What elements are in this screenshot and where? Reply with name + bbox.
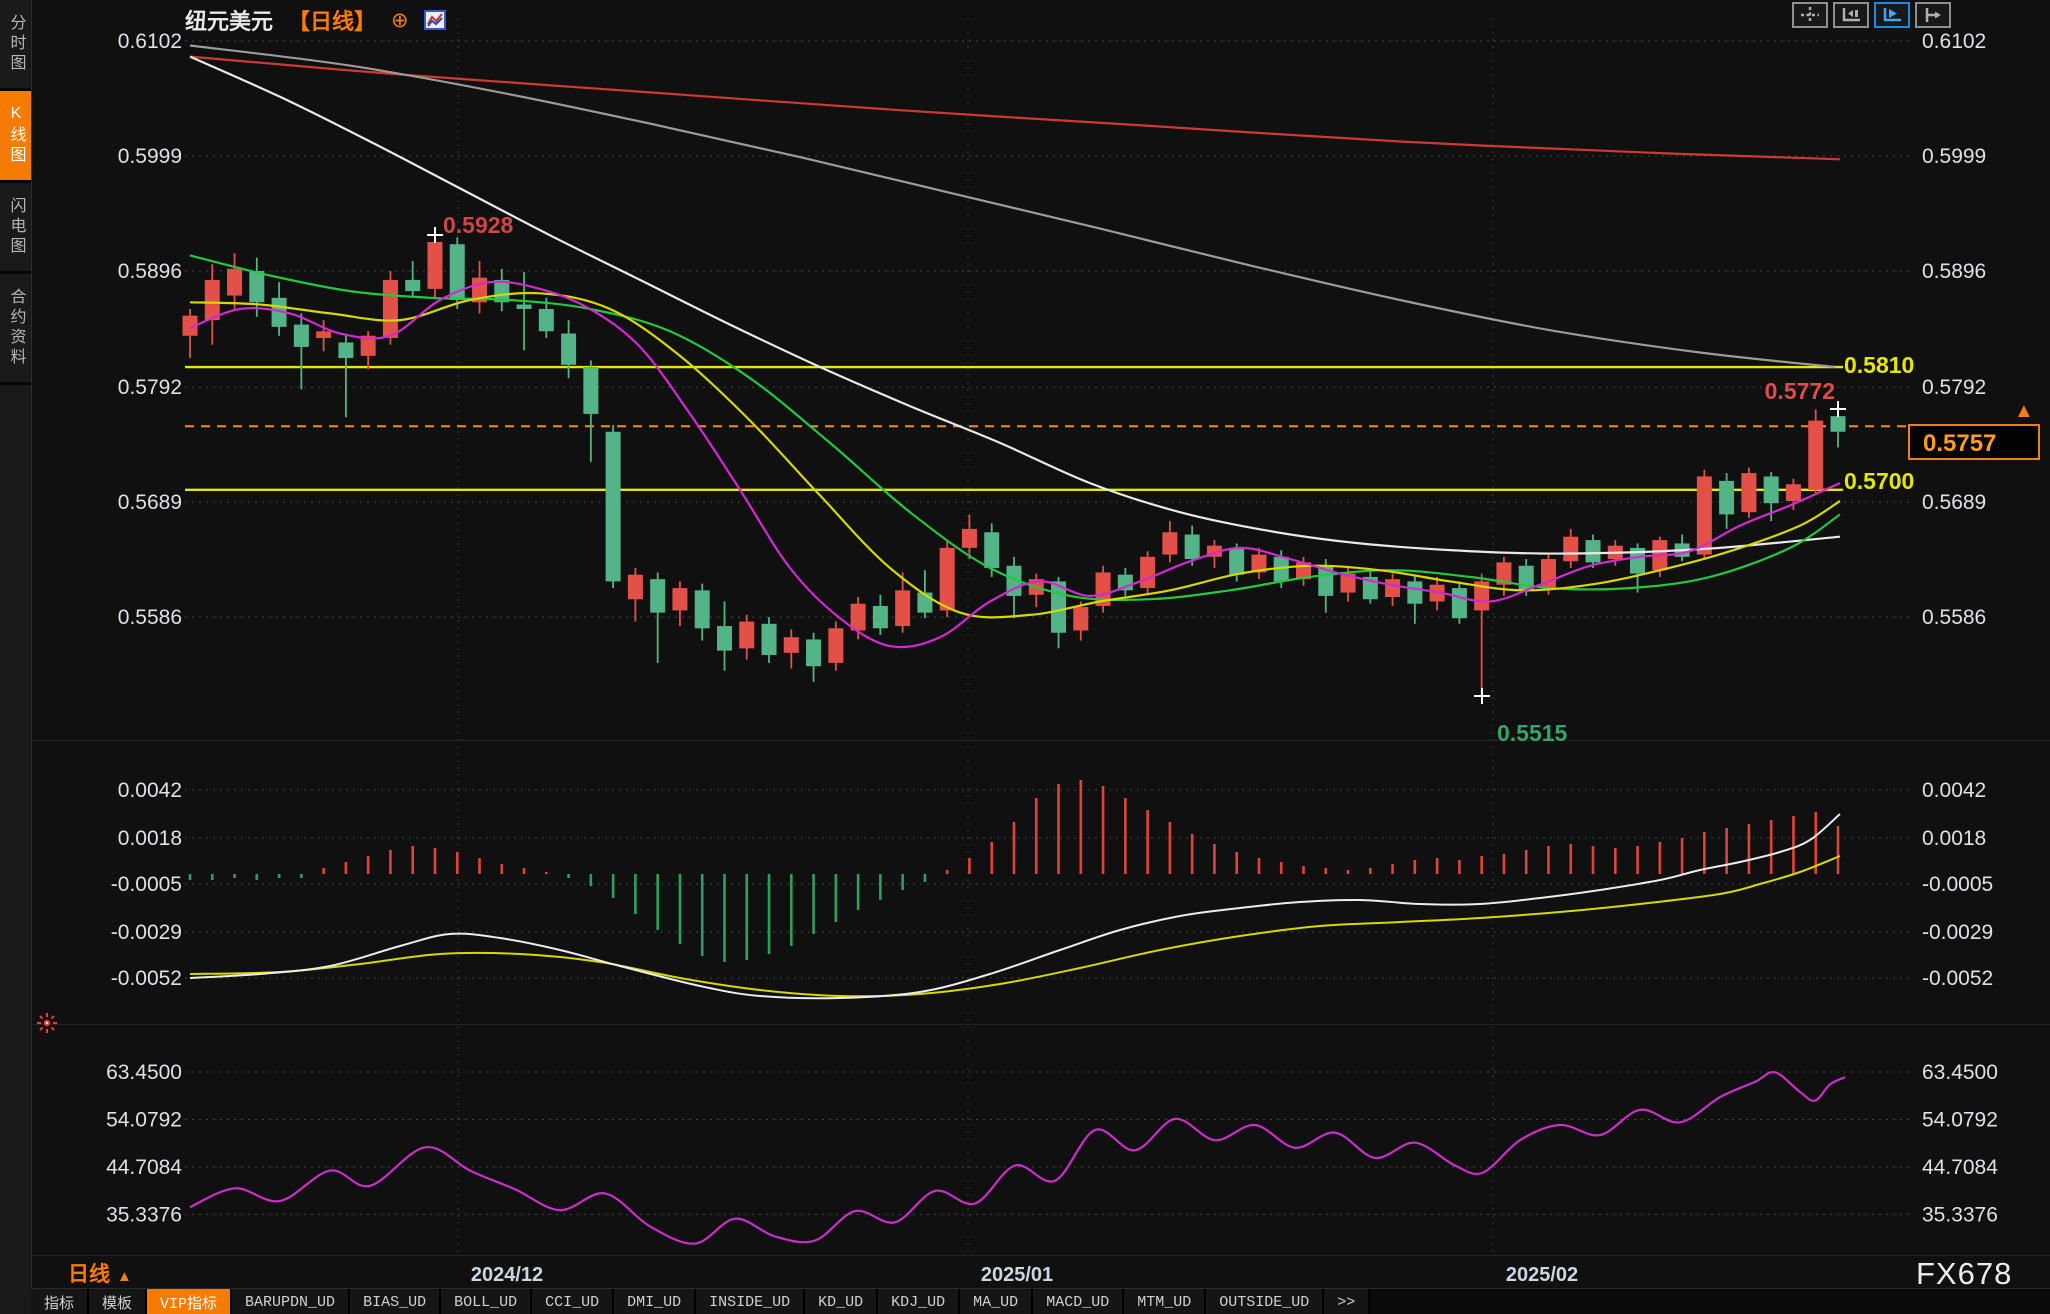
svg-text:54.0792: 54.0792 — [1922, 1109, 1998, 1132]
svg-text:0.5999: 0.5999 — [1922, 145, 1986, 168]
pan-right-button[interactable] — [1915, 2, 1951, 28]
svg-text:0.5689: 0.5689 — [1922, 491, 1986, 514]
svg-text:0.5896: 0.5896 — [1922, 260, 1986, 283]
svg-text:44.7084: 44.7084 — [106, 1156, 182, 1179]
scale-expand-button[interactable] — [1874, 2, 1910, 28]
svg-text:0.0018: 0.0018 — [1922, 827, 1986, 850]
crosshair-tool-button[interactable] — [1792, 2, 1828, 28]
level-high-label: 0.5810 — [1844, 352, 1915, 378]
live-beacon-icon — [37, 1013, 57, 1033]
sidebar: 分时图 K线图 闪电图 合约资料 — [0, 0, 32, 1314]
sidebar-tab-candle-chart[interactable]: K线图 — [0, 91, 31, 183]
trading-app: 0.6102 0.6102 0.5999 0.5999 0.5896 0.5896 0.57… — [0, 0, 2050, 1314]
pan-right-icon — [1925, 8, 1941, 22]
svg-text:-0.0005: -0.0005 — [111, 873, 182, 896]
indicator-tab-kdj[interactable]: KDJ_UD — [878, 1289, 961, 1314]
indicator-tab-outside[interactable]: OUTSIDE_UD — [1206, 1289, 1325, 1314]
indicator-tab-barupdn[interactable]: BARUPDN_UD — [232, 1289, 351, 1314]
svg-text:-0.0052: -0.0052 — [1922, 967, 1993, 990]
divider-main-macd — [31, 740, 2050, 741]
svg-text:0.5689: 0.5689 — [118, 491, 182, 514]
symbol-title: 纽元美元 — [185, 9, 274, 34]
svg-text:-0.0052: -0.0052 — [111, 967, 182, 990]
svg-text:0.6102: 0.6102 — [1922, 30, 1986, 53]
sidebar-tab-flash-chart[interactable]: 闪电图 — [0, 183, 31, 274]
period-selector[interactable]: 日线 ▲ — [68, 1258, 132, 1288]
svg-text:-0.0029: -0.0029 — [111, 921, 182, 944]
svg-text:0.5896: 0.5896 — [118, 260, 182, 283]
period-dropdown-icon: ▲ — [117, 1268, 132, 1285]
svg-text:0.0042: 0.0042 — [1922, 779, 1986, 802]
period-tag: 【日线】 — [288, 9, 377, 34]
peak-high-label: 0.5928 — [443, 212, 514, 238]
price-chart-svg: 0.6102 0.6102 0.5999 0.5999 0.5896 0.5896 0.57… — [106, 18, 1998, 1286]
svg-text:2024/12: 2024/12 — [471, 1264, 543, 1286]
svg-text:0.5999: 0.5999 — [118, 145, 182, 168]
svg-text:-0.0005: -0.0005 — [1922, 873, 1993, 896]
indicator-tab-vip-indicators[interactable]: VIP指标 — [147, 1289, 233, 1314]
svg-text:35.3376: 35.3376 — [106, 1204, 182, 1227]
indicator-tab-macd[interactable]: MACD_UD — [1033, 1289, 1125, 1314]
indicator-tab-ma[interactable]: MA_UD — [960, 1289, 1034, 1314]
crosshair-icon — [1801, 7, 1819, 23]
svg-text:54.0792: 54.0792 — [106, 1109, 182, 1132]
svg-text:35.3376: 35.3376 — [1922, 1204, 1998, 1227]
svg-text:-0.0029: -0.0029 — [1922, 921, 1993, 944]
indicator-tab-more[interactable]: >> — [1324, 1289, 1371, 1314]
indicator-tab-dmi[interactable]: DMI_UD — [614, 1289, 697, 1314]
price-up-arrow-icon: ▲ — [2014, 400, 2034, 422]
svg-text:0.0042: 0.0042 — [118, 779, 182, 802]
axis-expand-icon — [1883, 8, 1901, 22]
period-selector-label: 日线 — [68, 1263, 110, 1286]
low-label: 0.5515 — [1497, 720, 1568, 746]
indicator-tab-cci[interactable]: CCI_UD — [532, 1289, 615, 1314]
indicator-tab-templates[interactable]: 模板 — [89, 1289, 148, 1314]
svg-text:0.5586: 0.5586 — [118, 606, 182, 629]
divider-rsi-dates — [31, 1255, 2050, 1256]
sidebar-tabs: 分时图 K线图 闪电图 合约资料 — [0, 0, 31, 385]
watermark: FX678 — [1916, 1256, 2013, 1291]
svg-text:44.7084: 44.7084 — [1922, 1156, 1998, 1179]
indicator-tab-indicators[interactable]: 指标 — [31, 1289, 90, 1314]
svg-text:63.4500: 63.4500 — [1922, 1061, 1998, 1084]
indicator-tab-inside[interactable]: INSIDE_UD — [696, 1289, 806, 1314]
chart-toolbar — [1792, 2, 1951, 28]
svg-text:0.5792: 0.5792 — [118, 376, 182, 399]
indicator-tab-mtm[interactable]: MTM_UD — [1124, 1289, 1207, 1314]
svg-text:2025/01: 2025/01 — [981, 1264, 1053, 1286]
chart-header: 纽元美元 【日线】 ⊕ — [185, 4, 551, 36]
svg-text:2025/02: 2025/02 — [1506, 1264, 1578, 1286]
indicator-tab-kd[interactable]: KD_UD — [805, 1289, 879, 1314]
level-low-label: 0.5700 — [1844, 468, 1915, 494]
chart-type-icon[interactable] — [423, 10, 446, 30]
sidebar-tab-contract-info[interactable]: 合约资料 — [0, 274, 31, 385]
svg-text:0.5586: 0.5586 — [1922, 606, 1986, 629]
axis-compress-icon — [1842, 8, 1860, 22]
add-compare-icon[interactable]: ⊕ — [391, 8, 409, 33]
svg-text:0.6102: 0.6102 — [118, 30, 182, 53]
svg-text:0.0018: 0.0018 — [118, 827, 182, 850]
scale-compress-button[interactable] — [1833, 2, 1869, 28]
swing-high-label: 0.5772 — [1764, 378, 1835, 404]
indicator-tab-boll[interactable]: BOLL_UD — [441, 1289, 533, 1314]
divider-macd-rsi — [31, 1024, 2050, 1025]
sidebar-tab-time-chart[interactable]: 分时图 — [0, 0, 31, 91]
indicator-tabbar: 指标 模板 VIP指标 BARUPDN_UD BIAS_UD BOLL_UD CCI_UD D… — [31, 1288, 2050, 1314]
indicator-tab-bias[interactable]: BIAS_UD — [350, 1289, 442, 1314]
svg-text:63.4500: 63.4500 — [106, 1061, 182, 1084]
current-price-box: 0.5757 — [1908, 424, 2040, 460]
svg-text:0.5792: 0.5792 — [1922, 376, 1986, 399]
